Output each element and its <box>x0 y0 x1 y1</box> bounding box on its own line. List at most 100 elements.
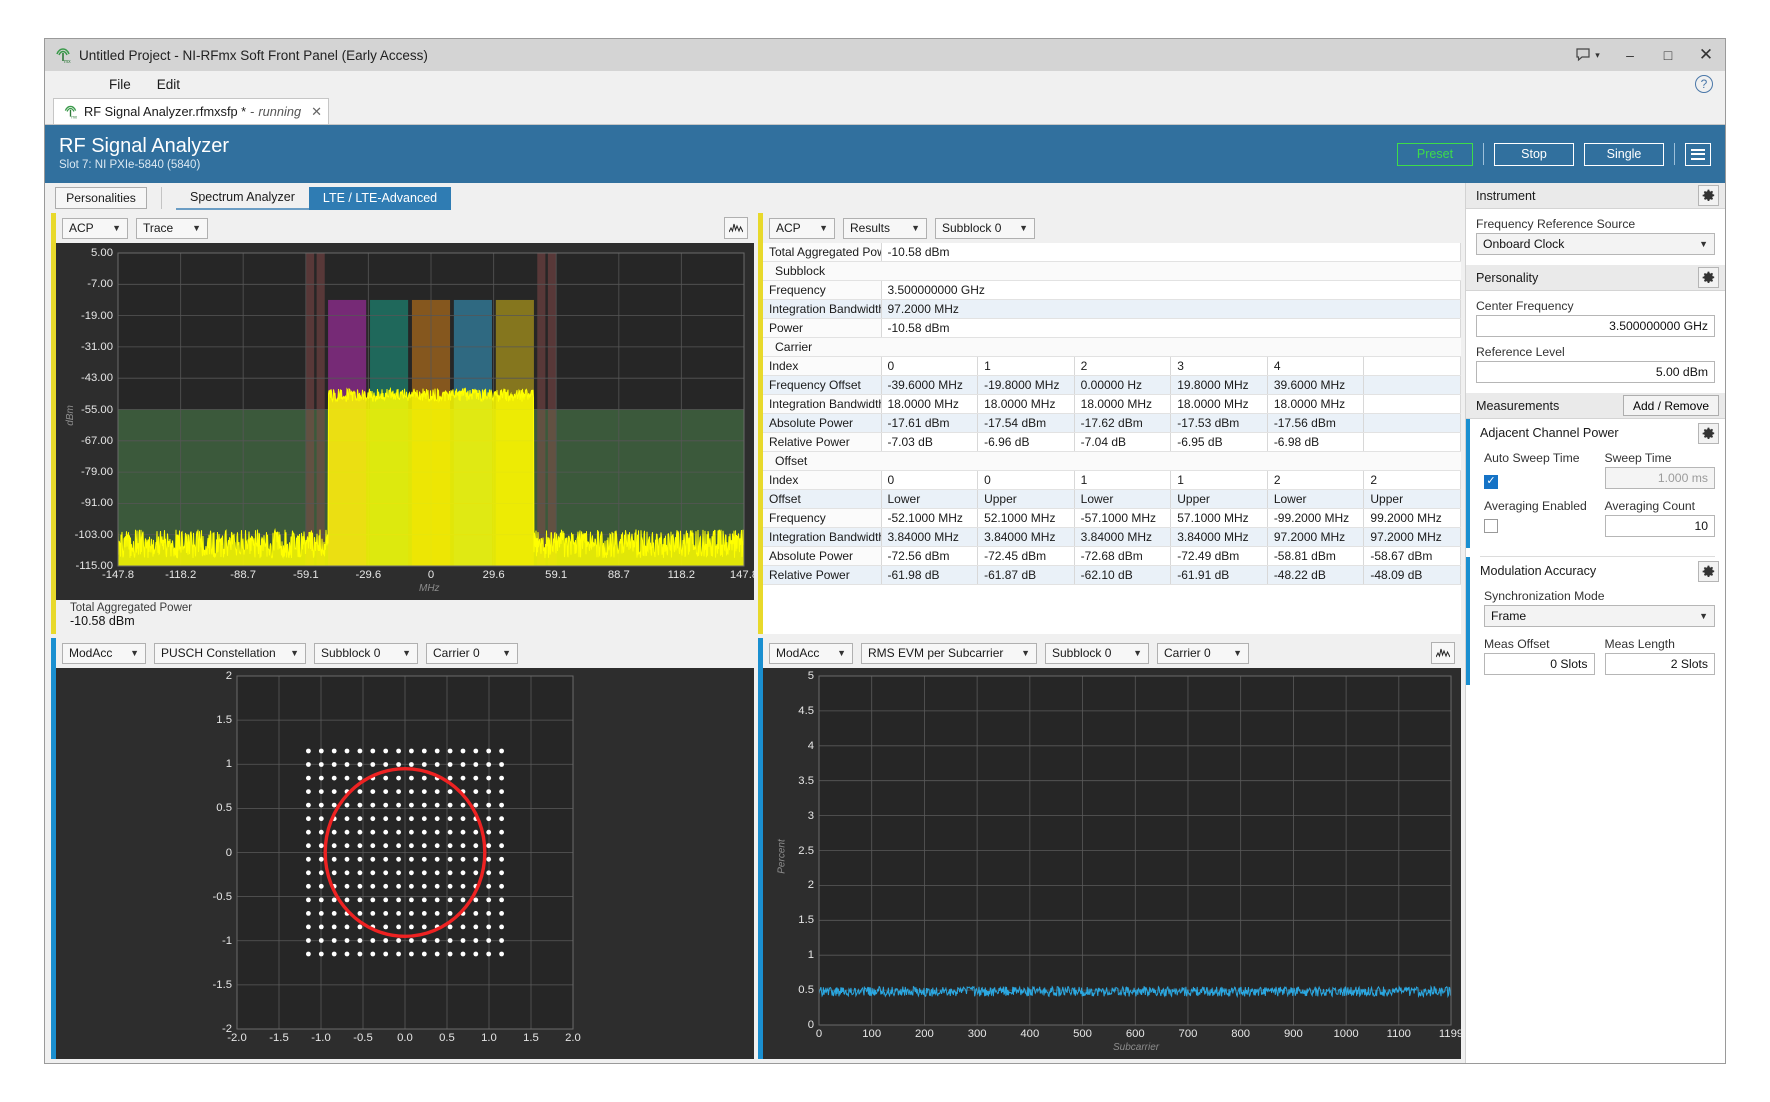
reference-level-label: Reference Level <box>1476 345 1565 359</box>
y-axis-tick: -1.5 <box>212 978 232 991</box>
table-cell <box>1363 375 1461 395</box>
y-axis-tick: 4.5 <box>798 704 814 717</box>
gear-icon[interactable] <box>1698 560 1719 582</box>
table-cell: 39.6000 MHz <box>1267 375 1365 395</box>
table-cell: 1 <box>1074 470 1172 490</box>
feedback-icon[interactable]: ▾ <box>1565 39 1611 71</box>
constellation-carrier-select[interactable]: Carrier 0 ▼ <box>426 642 518 664</box>
tab-lte-lte-advanced[interactable]: LTE / LTE-Advanced <box>308 186 452 210</box>
results-view-select[interactable]: Results ▼ <box>843 217 927 239</box>
section-label: Subblock <box>763 261 1461 281</box>
x-axis-tick: -1.0 <box>311 1032 331 1044</box>
x-axis-label: MHz <box>419 583 440 594</box>
section-label: Offset <box>763 451 1461 471</box>
chevron-down-icon: ▼ <box>192 223 201 233</box>
instrument-section-title: Instrument <box>1476 188 1536 203</box>
menu-file[interactable]: File <box>99 74 141 95</box>
chevron-down-icon: ▼ <box>1699 239 1708 249</box>
x-axis-tick: 88.7 <box>607 569 630 581</box>
close-icon[interactable]: ✕ <box>301 104 322 120</box>
table-cell: 97.2000 MHz <box>881 299 1461 319</box>
app-root: mx Untitled Project - NI-RFmx Soft Front… <box>0 0 1770 1102</box>
averaging-count-input[interactable]: 10 <box>1604 515 1715 537</box>
results-measurement-select[interactable]: ACP ▼ <box>769 217 835 239</box>
center-frequency-input[interactable]: 3.500000000 GHz <box>1476 315 1715 337</box>
x-axis-tick: 900 <box>1283 1028 1303 1040</box>
table-cell: -6.96 dB <box>977 432 1075 452</box>
constellation-toolbar: ModAcc ▼ PUSCH Constellation ▼ Subblock … <box>56 638 754 668</box>
chevron-down-icon: ▼ <box>290 648 299 658</box>
gear-icon[interactable] <box>1698 267 1719 288</box>
synchronization-mode-select[interactable]: Frame ▼ <box>1484 605 1715 627</box>
results-subblock-select[interactable]: Subblock 0 ▼ <box>935 217 1035 239</box>
results-table-wrapper[interactable]: Total Aggregated Power-10.58 dBmSubblock… <box>763 243 1461 634</box>
evm-measurement-select[interactable]: ModAcc ▼ <box>769 642 853 664</box>
document-tab[interactable]: mx RF Signal Analyzer.rfmxsfp * - runnin… <box>53 98 330 124</box>
auto-sweep-time-label: Auto Sweep Time <box>1484 451 1580 465</box>
row-label: Frequency Offset <box>763 375 882 395</box>
evm-trace-select[interactable]: RMS EVM per Subcarrier ▼ <box>861 642 1037 664</box>
evm-toolbar: ModAcc ▼ RMS EVM per Subcarrier ▼ Subblo… <box>763 638 1461 668</box>
document-tab-state: running <box>258 104 302 119</box>
gear-icon[interactable] <box>1698 185 1719 206</box>
help-icon[interactable]: ? <box>1695 75 1713 93</box>
evm-carrier-select[interactable]: Carrier 0 ▼ <box>1157 642 1249 664</box>
x-axis-tick: 0.5 <box>439 1032 455 1044</box>
x-axis-tick: 400 <box>1020 1028 1040 1040</box>
constellation-plot[interactable]: 2 1.5 1 0.5 0 -0.5 -1 -1.5 -2 -2.0 -1.5 -1.0 -0.5 0.0… <box>56 668 754 1059</box>
menu-edit[interactable]: Edit <box>147 74 190 95</box>
acp-spectrum-plot[interactable]: 5.00 -7.00 -19.00 -31.00 -43.00 -55.00 -67.00 -… <box>56 243 754 600</box>
row-label: Integration Bandwidth <box>763 299 882 319</box>
meas-offset-label: Meas Offset <box>1484 637 1550 651</box>
x-axis-tick: 118.2 <box>667 569 696 581</box>
single-button[interactable]: Single <box>1584 142 1664 166</box>
meas-length-input[interactable]: 2 Slots <box>1604 653 1715 675</box>
measurements-section-title: Measurements <box>1476 398 1560 413</box>
document-tab-name: RF Signal Analyzer.rfmxsfp * <box>84 104 247 119</box>
menu-icon[interactable] <box>1685 142 1711 166</box>
results-view-value: Results <box>850 221 891 235</box>
averaging-enabled-checkbox[interactable] <box>1484 519 1498 533</box>
evm-subblock-select[interactable]: Subblock 0 ▼ <box>1045 642 1149 664</box>
constellation-subblock-select[interactable]: Subblock 0 ▼ <box>314 642 418 664</box>
add-remove-button[interactable]: Add / Remove <box>1623 395 1719 416</box>
y-axis-tick: 1 <box>807 949 814 962</box>
reference-level-input[interactable]: 5.00 dBm <box>1476 361 1715 383</box>
gear-icon[interactable] <box>1698 422 1719 444</box>
chevron-down-icon: ▼ <box>1021 648 1030 658</box>
maximize-button[interactable]: □ <box>1649 39 1687 71</box>
acp-measurement-select[interactable]: ACP ▼ <box>62 217 128 239</box>
y-axis-tick: 4 <box>807 739 814 752</box>
x-axis-tick: 200 <box>914 1028 934 1040</box>
frequency-reference-source-select[interactable]: Onboard Clock ▼ <box>1476 233 1715 255</box>
averaging-count-label: Averaging Count <box>1604 499 1696 513</box>
tab-spectrum-analyzer[interactable]: Spectrum Analyzer <box>176 187 309 210</box>
chevron-down-icon: ▼ <box>112 223 121 233</box>
row-label: Integration Bandwidth <box>763 527 882 547</box>
chevron-down-icon: ▼ <box>837 648 846 658</box>
constellation-measurement-select[interactable]: ModAcc ▼ <box>62 642 146 664</box>
table-cell: -52.1000 MHz <box>881 508 979 528</box>
evm-plot[interactable]: 5 4.5 4 3.5 3 2.5 2 1.5 1 0.5 0 0 100 200 300 400 500 600… <box>763 668 1461 1059</box>
constellation-trace-select[interactable]: PUSCH Constellation ▼ <box>154 642 306 664</box>
row-label: Relative Power <box>763 565 882 585</box>
minimize-button[interactable]: – <box>1611 39 1649 71</box>
table-row: Total Aggregated Power-10.58 dBm <box>763 243 1461 262</box>
table-cell: -19.8000 MHz <box>977 375 1075 395</box>
meas-offset-input[interactable]: 0 Slots <box>1484 653 1595 675</box>
acp-trace-select[interactable]: Trace ▼ <box>136 217 208 239</box>
table-cell: -58.81 dBm <box>1267 546 1365 566</box>
graph-icon[interactable] <box>724 217 748 239</box>
auto-sweep-time-checkbox[interactable] <box>1484 474 1498 489</box>
table-row: Frequency 3.500000000 GHz <box>763 280 1461 300</box>
stop-button[interactable]: Stop <box>1494 142 1574 166</box>
header-actions: Preset Stop Single <box>1397 142 1725 166</box>
y-axis-label: Percent <box>776 838 788 874</box>
constellation-trace-value: PUSCH Constellation <box>161 646 276 660</box>
personalities-button[interactable]: Personalities <box>55 187 147 209</box>
table-section-header: Offset <box>763 451 1461 471</box>
preset-button[interactable]: Preset <box>1397 142 1473 166</box>
graph-icon[interactable] <box>1431 642 1455 664</box>
close-button[interactable]: ✕ <box>1687 39 1725 71</box>
x-axis-tick: 1.0 <box>481 1032 497 1044</box>
